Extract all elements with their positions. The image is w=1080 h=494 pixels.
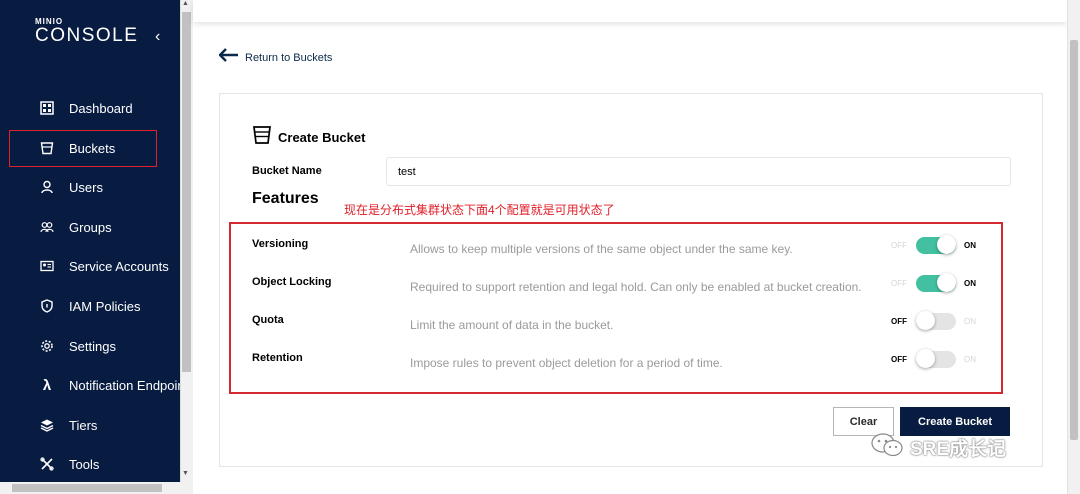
return-to-buckets-link[interactable]: Return to Buckets <box>218 48 333 67</box>
toggle-on-label: ON <box>964 355 976 364</box>
toggle-knob[interactable] <box>916 311 935 330</box>
toggle-off-label: OFF <box>891 317 907 326</box>
dashboard-icon <box>39 100 55 116</box>
retention-toggle[interactable]: OFF ON <box>891 349 981 375</box>
bucket-icon <box>252 125 272 150</box>
sidebar: MINIO CONSOLE ‹ Dashboard Buckets Users … <box>0 0 195 494</box>
logo-console-text: CONSOLE <box>35 25 139 46</box>
horizontal-scrollbar-thumb[interactable] <box>12 484 162 492</box>
sidebar-item-iam-policies[interactable]: IAM Policies <box>0 288 180 324</box>
bucket-name-label: Bucket Name <box>252 165 322 177</box>
sidebar-item-label: Users <box>69 179 103 195</box>
toggle-track[interactable] <box>916 273 956 292</box>
shield-icon <box>39 298 55 314</box>
versioning-toggle[interactable]: OFF ON <box>891 235 981 261</box>
toggle-off-label: OFF <box>891 355 907 364</box>
id-card-icon <box>39 258 55 274</box>
toggle-knob[interactable] <box>937 235 956 254</box>
feature-name-versioning: Versioning <box>252 238 309 250</box>
toggle-track[interactable] <box>916 311 956 330</box>
sidebar-item-label: Service Accounts <box>69 258 169 274</box>
scroll-up-arrow-icon[interactable]: ▲ <box>182 0 189 7</box>
feature-name-quota: Quota <box>252 314 284 326</box>
toggle-on-label: ON <box>964 317 976 326</box>
wechat-icon <box>870 432 904 463</box>
toggle-on-label: ON <box>964 241 976 250</box>
toggle-knob[interactable] <box>937 273 956 292</box>
sidebar-item-label: Groups <box>69 219 112 235</box>
gear-icon <box>39 338 55 354</box>
sidebar-item-label: Tiers <box>69 417 98 433</box>
feature-name-object-locking: Object Locking <box>252 276 332 288</box>
toggle-track[interactable] <box>916 349 956 368</box>
arrow-left-icon <box>218 48 239 67</box>
toggle-knob[interactable] <box>916 349 935 368</box>
card-title-label: Create Bucket <box>278 130 366 145</box>
buckets-highlight-box <box>9 130 157 167</box>
feature-desc-versioning: Allows to keep multiple versions of the … <box>410 242 793 256</box>
tools-icon <box>39 456 55 472</box>
sidebar-item-notification-endpoints[interactable]: λ Notification Endpoints <box>0 367 195 403</box>
sidebar-item-label: IAM Policies <box>69 298 141 314</box>
scroll-down-arrow-icon[interactable]: ▼ <box>182 470 189 477</box>
bucket-name-input[interactable] <box>386 157 1011 186</box>
watermark-text: SRE成长记 <box>910 439 1007 460</box>
sidebar-item-label: Dashboard <box>69 100 133 116</box>
toggle-on-label: ON <box>964 279 976 288</box>
sidebar-item-groups[interactable]: Groups <box>0 209 180 245</box>
quota-toggle[interactable]: OFF ON <box>891 311 981 337</box>
sidebar-item-label: Tools <box>69 456 100 472</box>
sidebar-item-label: Notification Endpoints <box>69 377 195 393</box>
top-header-bar <box>193 0 1067 22</box>
lambda-icon: λ <box>42 376 52 394</box>
toggle-off-label: OFF <box>891 279 907 288</box>
features-heading: Features <box>252 190 319 207</box>
sidebar-item-tools[interactable]: Tools <box>0 446 180 482</box>
sidebar-item-settings[interactable]: Settings <box>0 328 180 364</box>
toggle-off-label: OFF <box>891 241 907 250</box>
groups-icon <box>39 219 55 235</box>
feature-desc-quota: Limit the amount of data in the bucket. <box>410 318 614 332</box>
object-locking-toggle[interactable]: OFF ON <box>891 273 981 299</box>
sidebar-item-users[interactable]: Users <box>0 169 180 205</box>
sidebar-scrollbar-thumb[interactable] <box>182 12 191 372</box>
user-icon <box>39 179 55 195</box>
feature-desc-object-locking: Required to support retention and legal … <box>410 280 862 294</box>
create-bucket-title: Create Bucket <box>252 125 365 150</box>
sidebar-item-service-accounts[interactable]: Service Accounts <box>0 248 180 284</box>
sidebar-item-label: Settings <box>69 338 116 354</box>
page-scrollbar-thumb[interactable] <box>1070 40 1078 440</box>
sidebar-item-tiers[interactable]: Tiers <box>0 407 180 443</box>
layers-icon <box>39 417 55 433</box>
return-to-buckets-label: Return to Buckets <box>245 51 333 64</box>
annotation-text: 现在是分布式集群状态下面4个配置就是可用状态了 <box>344 203 615 217</box>
feature-desc-retention: Impose rules to prevent object deletion … <box>410 356 723 370</box>
sidebar-item-dashboard[interactable]: Dashboard <box>0 90 180 126</box>
watermark: SRE成长记 <box>870 432 1006 463</box>
feature-name-retention: Retention <box>252 352 303 364</box>
chevron-left-icon[interactable]: ‹ <box>155 28 160 46</box>
toggle-track[interactable] <box>916 235 956 254</box>
